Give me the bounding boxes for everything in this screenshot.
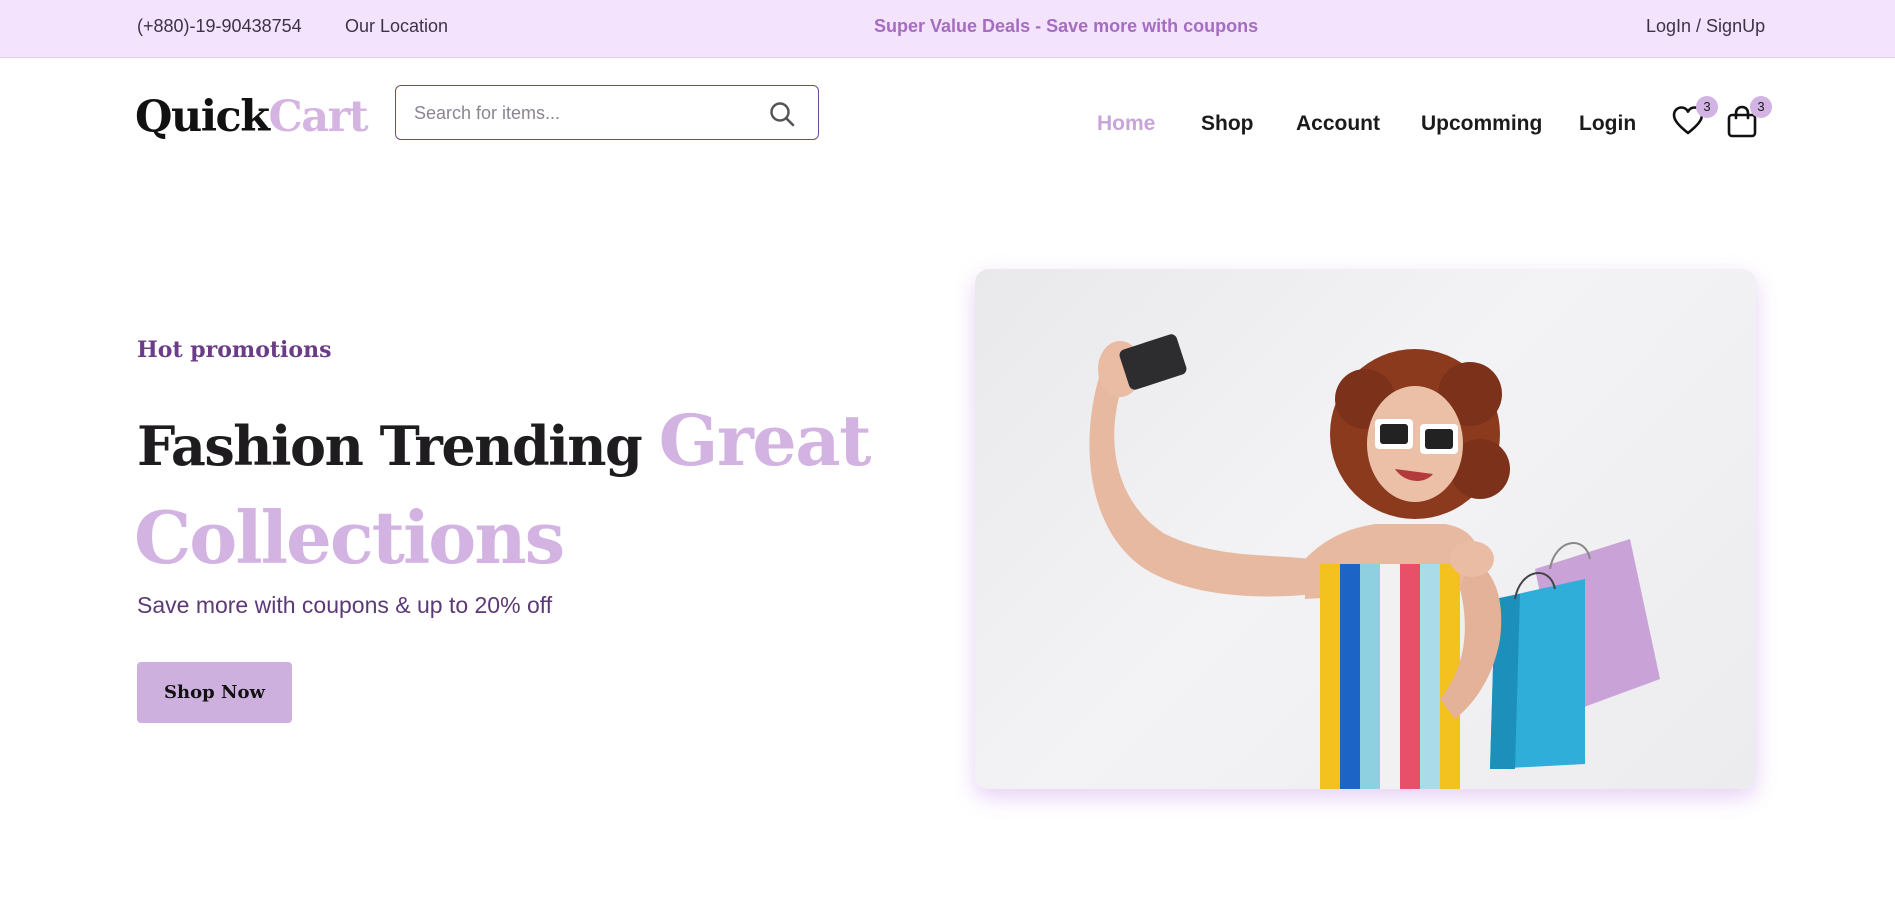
nav-upcomming[interactable]: Upcomming — [1421, 112, 1542, 136]
hero-image — [975, 269, 1756, 789]
logo-part-cart: Cart — [268, 92, 369, 142]
nav-shop[interactable]: Shop — [1201, 112, 1254, 136]
logo-part-quick: Quick — [135, 92, 270, 142]
nav-home[interactable]: Home — [1097, 112, 1155, 136]
login-signup-link[interactable]: LogIn / SignUp — [1646, 16, 1765, 37]
search-icon[interactable] — [768, 100, 796, 128]
nav-account[interactable]: Account — [1296, 112, 1380, 136]
hero-title-accent: Great — [658, 399, 872, 482]
hero-subtitle: Save more with coupons & up to 20% off — [137, 592, 553, 618]
hero-title-line2: Collections — [134, 495, 565, 580]
hero-title-line1: Fashion Trending Great — [137, 399, 872, 482]
search-input[interactable] — [414, 100, 754, 126]
hero-title-text: Fashion Trending — [137, 414, 643, 478]
cart-count-badge: 3 — [1750, 96, 1772, 118]
wishlist-button[interactable]: 3 — [1672, 96, 1718, 138]
phone-number[interactable]: (+880)-19-90438754 — [137, 16, 302, 37]
shop-now-button[interactable]: Shop Now — [137, 662, 292, 723]
top-bar: (+880)-19-90438754 Our Location Super Va… — [0, 0, 1895, 58]
site-logo[interactable]: QuickCart — [135, 92, 369, 142]
wishlist-count-badge: 3 — [1696, 96, 1718, 118]
cart-button[interactable]: 3 — [1726, 96, 1772, 138]
hero-eyebrow: Hot promotions — [137, 337, 332, 363]
our-location-link[interactable]: Our Location — [345, 16, 448, 37]
promo-banner-text: Super Value Deals - Save more with coupo… — [874, 16, 1259, 36]
search-box — [395, 85, 819, 140]
nav-login[interactable]: Login — [1579, 112, 1636, 136]
woman-selfie-illustration — [1089, 334, 1660, 789]
